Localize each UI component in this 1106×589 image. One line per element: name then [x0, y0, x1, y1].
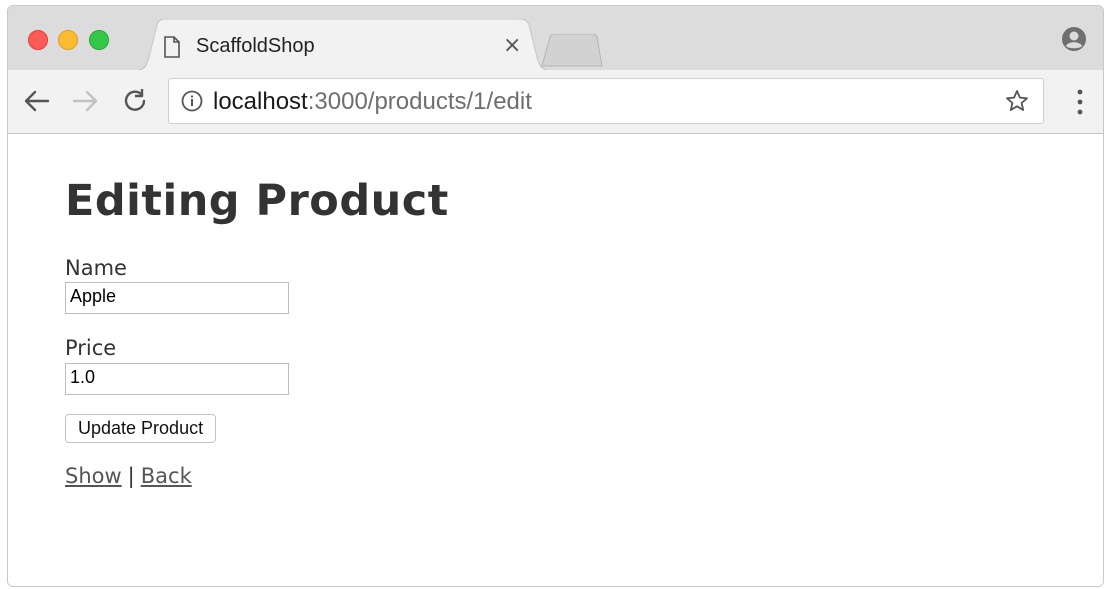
close-window-button[interactable] [28, 30, 48, 50]
update-product-button[interactable]: Update Product [65, 414, 217, 443]
minimize-window-button[interactable] [58, 30, 78, 50]
tab-close-icon[interactable]: × [503, 33, 521, 58]
document-icon [164, 36, 180, 58]
tab-title: ScaffoldShop [196, 35, 315, 57]
link-separator: | [127, 464, 135, 488]
page-content: Editing Product Name Apple Price 1.0 Upd… [8, 134, 1103, 586]
reload-icon[interactable] [120, 86, 150, 116]
url-path: :3000/products/1/edit [307, 88, 532, 115]
address-bar[interactable]: localhost:3000/products/1/edit [168, 78, 1044, 124]
browser-toolbar: localhost:3000/products/1/edit [8, 70, 1103, 134]
tab-scaffoldshop[interactable]: ScaffoldShop × [133, 19, 553, 71]
star-icon[interactable] [1005, 89, 1029, 113]
name-field[interactable]: Apple [65, 282, 289, 314]
menu-dots-icon[interactable] [1077, 88, 1083, 116]
info-icon[interactable] [181, 90, 203, 112]
title-bar: ScaffoldShop × [8, 6, 1103, 71]
back-link[interactable]: Back [141, 464, 192, 488]
url-text[interactable]: localhost:3000/products/1/edit [213, 88, 532, 116]
maximize-window-button[interactable] [89, 30, 109, 50]
show-link[interactable]: Show [65, 464, 122, 488]
name-label: Name [65, 256, 127, 280]
footer-links: Show | Back [65, 464, 192, 488]
back-arrow-icon[interactable] [22, 86, 52, 116]
price-field[interactable]: 1.0 [65, 363, 289, 395]
browser-window: ScaffoldShop × localhost:3000/products/1… [7, 5, 1104, 587]
forward-arrow-icon[interactable] [70, 86, 100, 116]
page-title: Editing Product [65, 176, 449, 226]
new-tab-button[interactable] [540, 34, 604, 68]
url-host: localhost [213, 88, 308, 115]
profile-icon[interactable] [1061, 26, 1087, 52]
price-label: Price [65, 336, 117, 360]
